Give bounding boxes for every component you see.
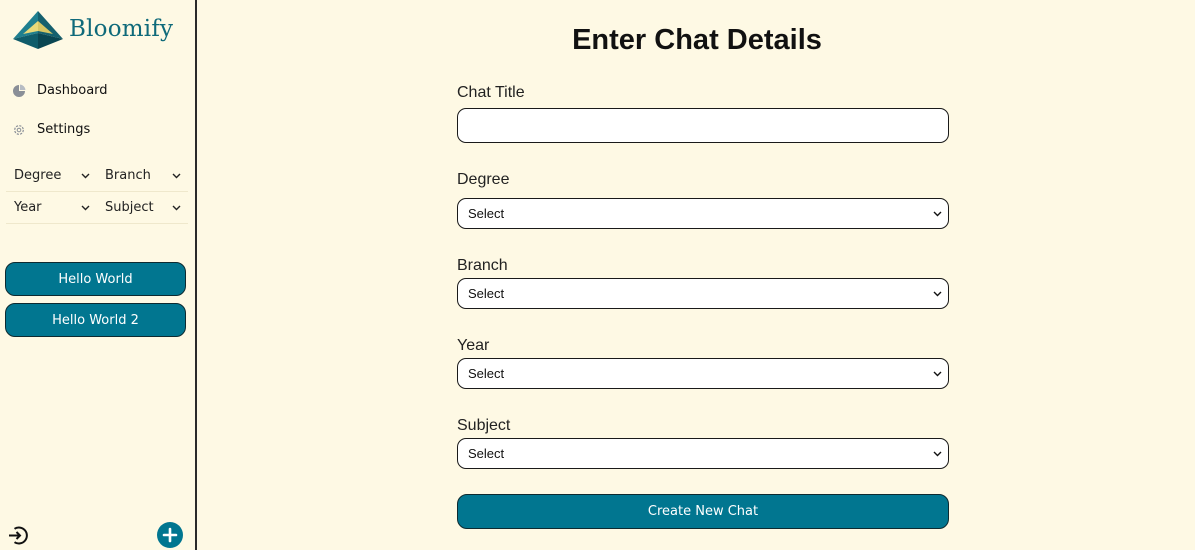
filter-year-dropdown[interactable]: Year xyxy=(6,192,97,224)
chat-item-button[interactable]: Hello World 2 xyxy=(5,303,186,337)
chevron-down-icon xyxy=(933,371,942,376)
sidebar-filters: Degree Branch Year Subject xyxy=(6,160,188,224)
select-value: Select xyxy=(468,366,505,381)
sidebar-item-label: Dashboard xyxy=(37,83,108,98)
pie-chart-icon xyxy=(13,84,26,97)
sidebar: Bloomify Dashboard Settings Degree Branc… xyxy=(0,0,197,550)
degree-label: Degree xyxy=(457,171,510,188)
create-new-chat-button[interactable]: Create New Chat xyxy=(457,494,949,529)
chevron-down-icon xyxy=(933,451,942,456)
main-content: Enter Chat Details Chat Title Degree Sel… xyxy=(199,0,1195,550)
select-value: Select xyxy=(468,446,505,461)
chevron-down-icon xyxy=(172,205,181,210)
filter-label: Subject xyxy=(105,200,154,215)
plus-icon xyxy=(162,527,178,543)
subject-label: Subject xyxy=(457,417,511,434)
subject-select[interactable]: Select xyxy=(457,438,949,469)
filter-label: Branch xyxy=(105,168,151,183)
gear-icon xyxy=(14,124,24,135)
branch-select[interactable]: Select xyxy=(457,278,949,309)
chat-item-button[interactable]: Hello World xyxy=(5,262,186,296)
chevron-down-icon xyxy=(81,205,90,210)
filter-branch-dropdown[interactable]: Branch xyxy=(97,160,188,192)
chevron-down-icon xyxy=(81,173,90,178)
sidebar-item-settings[interactable]: Settings xyxy=(12,122,90,137)
select-value: Select xyxy=(468,286,505,301)
brand[interactable]: Bloomify xyxy=(11,10,173,50)
chat-title-input[interactable] xyxy=(457,108,949,143)
select-value: Select xyxy=(468,206,505,221)
new-chat-button[interactable] xyxy=(157,522,183,548)
filter-label: Year xyxy=(14,200,42,215)
degree-select[interactable]: Select xyxy=(457,198,949,229)
bloomify-logo-icon xyxy=(13,11,63,49)
chevron-down-icon xyxy=(933,211,942,216)
app-name: Bloomify xyxy=(69,16,174,42)
branch-label: Branch xyxy=(457,257,508,274)
sidebar-item-dashboard[interactable]: Dashboard xyxy=(12,83,108,98)
filter-subject-dropdown[interactable]: Subject xyxy=(97,192,188,224)
chevron-down-icon xyxy=(933,291,942,296)
page-title: Enter Chat Details xyxy=(572,24,822,56)
year-label: Year xyxy=(457,337,490,354)
chat-title-label: Chat Title xyxy=(457,84,525,101)
logout-button[interactable] xyxy=(7,525,28,550)
logout-icon xyxy=(9,526,28,545)
chevron-down-icon xyxy=(172,173,181,178)
sidebar-item-label: Settings xyxy=(37,122,91,137)
filter-degree-dropdown[interactable]: Degree xyxy=(6,160,97,192)
filter-label: Degree xyxy=(14,168,62,183)
year-select[interactable]: Select xyxy=(457,358,949,389)
